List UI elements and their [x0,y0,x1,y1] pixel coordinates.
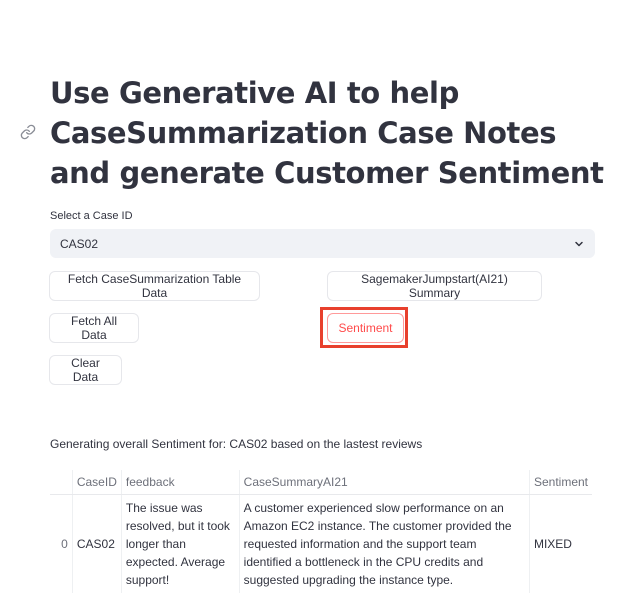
header-sentiment[interactable]: Sentiment [529,470,592,495]
link-icon[interactable] [20,124,36,140]
cell-sentiment: MIXED [533,537,572,551]
select-case-label: Select a Case ID [50,210,133,222]
fetch-case-table-button[interactable]: Fetch CaseSummarization Table Data [49,271,260,301]
cell-summary: A customer experienced slow performance … [239,494,530,593]
chevron-down-icon [575,241,583,246]
header-index[interactable] [50,470,73,495]
table-header-row: CaseID feedback CaseSummaryAI21 Sentimen… [50,470,592,495]
cell-feedback: The issue was resolved, but it took long… [121,494,240,593]
clear-data-button[interactable]: Clear Data [49,355,122,385]
cell-caseid: CAS02 [72,494,122,593]
status-text: Generating overall Sentiment for: CAS02 … [50,437,423,451]
cell-index: 0 [50,494,73,593]
table-row: 0 CAS02 The issue was resolved, but it t… [50,494,592,593]
results-table: CaseID feedback CaseSummaryAI21 Sentimen… [50,470,592,593]
sagemaker-summary-button[interactable]: SagemakerJumpstart(AI21) Summary [327,271,542,301]
fetch-all-data-button[interactable]: Fetch All Data [49,313,139,343]
header-summary[interactable]: CaseSummaryAI21 [239,470,530,495]
case-id-select-value: CAS02 [60,236,99,251]
case-id-select[interactable]: CAS02 [50,229,595,258]
highlight-box [320,307,408,348]
header-caseid[interactable]: CaseID [72,470,122,495]
header-feedback[interactable]: feedback [121,470,240,495]
page-title: Use Generative AI to help CaseSummarizat… [50,76,604,190]
